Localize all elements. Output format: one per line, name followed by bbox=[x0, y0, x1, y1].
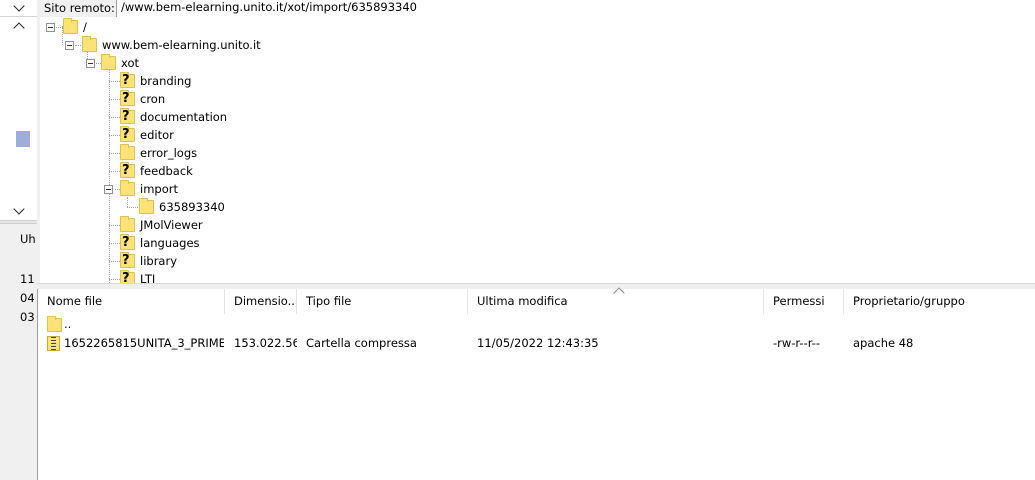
collapse-toggle-host[interactable] bbox=[65, 41, 74, 50]
scroll-up-button[interactable] bbox=[0, 17, 37, 35]
zip-file-icon bbox=[47, 336, 60, 351]
column-header-owner[interactable]: Proprietario/gruppo bbox=[844, 289, 1035, 314]
collapse-toggle-import[interactable] bbox=[104, 185, 113, 194]
remote-directory-tree[interactable]: / www.bem-elearning.unito.it xot ? brand… bbox=[40, 17, 1035, 283]
tree-node-label: feedback bbox=[140, 164, 193, 178]
folder-icon bbox=[47, 316, 62, 332]
tree-node-cron[interactable]: ? cron bbox=[120, 90, 165, 108]
file-name: 1652265815UNITA_3_PRIME_... bbox=[64, 336, 224, 350]
file-row-parent[interactable]: .. bbox=[38, 315, 1035, 333]
tree-node-label: www.bem-elearning.unito.it bbox=[102, 38, 261, 52]
tree-node-label: editor bbox=[140, 128, 174, 142]
tree-node-error-logs[interactable]: error_logs bbox=[120, 144, 197, 162]
remote-site-bar: Sito remoto: /www.bem-elearning.unito.it… bbox=[37, 0, 1035, 17]
tree-node-lti[interactable]: ? LTI bbox=[120, 270, 155, 283]
file-type: Cartella compressa bbox=[306, 336, 417, 350]
folder-icon bbox=[139, 198, 154, 214]
file-size: 153.022.566 bbox=[234, 336, 297, 350]
folder-unknown-icon: ? bbox=[120, 108, 135, 124]
tree-node-label: import bbox=[140, 182, 178, 196]
folder-icon bbox=[120, 216, 135, 232]
tree-node-label: error_logs bbox=[140, 146, 198, 160]
folder-unknown-icon: ? bbox=[120, 252, 135, 268]
local-row-stub: 11 bbox=[20, 272, 35, 286]
file-modified: 11/05/2022 12:43:35 bbox=[477, 336, 599, 350]
tree-node-label: branding bbox=[140, 74, 192, 88]
file-permissions: -rw-r--r-- bbox=[773, 336, 821, 350]
remote-path-input[interactable]: /www.bem-elearning.unito.it/xot/import/6… bbox=[116, 0, 1035, 17]
local-row-stub: 03 bbox=[20, 310, 35, 324]
column-header-permissions[interactable]: Permessi bbox=[764, 289, 844, 314]
tree-node-branding[interactable]: ? branding bbox=[120, 72, 191, 90]
local-tree-scrollbar[interactable] bbox=[0, 17, 37, 220]
folder-icon bbox=[120, 144, 135, 160]
tree-node-label: languages bbox=[140, 236, 200, 250]
tree-node-label: / bbox=[83, 20, 87, 34]
file-list-header: Nome file Dimensio... Tipo file Ultima m… bbox=[38, 287, 1035, 314]
column-header-type[interactable]: Tipo file bbox=[297, 289, 468, 314]
chevron-down-icon bbox=[12, 0, 25, 12]
tree-node-editor[interactable]: ? editor bbox=[120, 126, 174, 144]
chevron-down-icon bbox=[12, 203, 25, 215]
tree-node-host[interactable]: www.bem-elearning.unito.it bbox=[82, 36, 261, 54]
tree-node-label: JMolViewer bbox=[140, 218, 203, 232]
tree-node-label: LTI bbox=[140, 272, 156, 283]
tree-node-root[interactable]: / bbox=[63, 18, 87, 36]
pane-divider[interactable] bbox=[0, 220, 37, 224]
remote-site-label: Sito remoto: bbox=[44, 1, 115, 15]
folder-unknown-icon: ? bbox=[120, 270, 135, 283]
local-column-header-stub: Uh bbox=[20, 232, 36, 246]
folder-unknown-icon: ? bbox=[120, 90, 135, 106]
file-row[interactable]: 1652265815UNITA_3_PRIME_... 153.022.566 … bbox=[38, 334, 1035, 352]
column-header-size[interactable]: Dimensio... bbox=[225, 289, 297, 314]
tree-node-import[interactable]: import bbox=[120, 180, 178, 198]
folder-unknown-icon: ? bbox=[120, 162, 135, 178]
folder-icon bbox=[82, 36, 97, 52]
tree-node-635893340[interactable]: 635893340 bbox=[139, 198, 225, 216]
scroll-down-button[interactable] bbox=[0, 202, 37, 220]
tree-node-documentation[interactable]: ? documentation bbox=[120, 108, 227, 126]
folder-icon bbox=[101, 54, 116, 70]
chevron-up-icon bbox=[12, 22, 25, 34]
file-owner: apache 48 bbox=[853, 336, 914, 350]
tree-node-label: documentation bbox=[140, 110, 228, 124]
tree-node-xot[interactable]: xot bbox=[101, 54, 139, 72]
local-pane: Uh 11 04 03 bbox=[0, 0, 37, 480]
folder-unknown-icon: ? bbox=[120, 234, 135, 250]
tree-node-languages[interactable]: ? languages bbox=[120, 234, 200, 252]
tree-node-jmolviewer[interactable]: JMolViewer bbox=[120, 216, 203, 234]
remote-path-dropdown[interactable] bbox=[0, 0, 37, 17]
local-row-stub: 04 bbox=[20, 291, 35, 305]
tree-node-label: 635893340 bbox=[159, 200, 225, 214]
column-header-filename[interactable]: Nome file bbox=[38, 289, 225, 314]
remote-file-list[interactable]: Nome file Dimensio... Tipo file Ultima m… bbox=[37, 287, 1035, 480]
tree-node-library[interactable]: ? library bbox=[120, 252, 177, 270]
tree-node-feedback[interactable]: ? feedback bbox=[120, 162, 193, 180]
folder-unknown-icon: ? bbox=[120, 126, 135, 142]
folder-unknown-icon: ? bbox=[120, 72, 135, 88]
folder-icon bbox=[120, 180, 135, 196]
collapse-toggle-xot[interactable] bbox=[86, 59, 95, 68]
tree-node-label: cron bbox=[140, 92, 166, 106]
scrollbar-thumb[interactable] bbox=[16, 131, 30, 147]
file-name: .. bbox=[64, 317, 72, 331]
folder-icon bbox=[63, 18, 78, 34]
tree-node-label: library bbox=[140, 254, 177, 268]
tree-node-label: xot bbox=[121, 56, 139, 70]
collapse-toggle-root[interactable] bbox=[46, 23, 55, 32]
